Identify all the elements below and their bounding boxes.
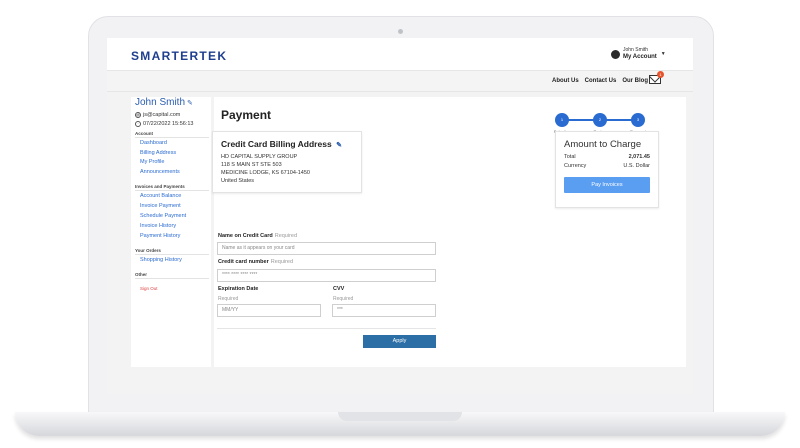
account-text: John Smith My Account xyxy=(623,47,657,61)
account-name: John Smith xyxy=(623,47,649,53)
cvv-required: Required xyxy=(333,296,354,302)
currency-value: U.S. Dollar xyxy=(623,163,650,169)
expiration-required: Required xyxy=(218,296,239,302)
cvv-input[interactable]: *** xyxy=(332,304,436,317)
at-icon: @ xyxy=(135,112,141,118)
sidebar-item-billing-address[interactable]: Billing Address xyxy=(140,150,176,156)
section-other: Other xyxy=(135,272,148,277)
divider xyxy=(135,254,209,255)
chevron-down-icon: ▼ xyxy=(660,51,666,57)
currency-label: Currency xyxy=(564,163,587,169)
user-icon xyxy=(611,49,620,59)
address-line-4: United States xyxy=(221,178,255,184)
sidebar-email: @ js@capital.com xyxy=(135,112,180,118)
expiration-label: Expiration Date xyxy=(218,286,259,292)
billing-title-text: Credit Card Billing Address xyxy=(221,139,332,149)
clock-icon: · xyxy=(135,121,141,127)
sidebar-item-account-balance[interactable]: Account Balance xyxy=(140,193,181,199)
required-hint: Required xyxy=(270,259,294,265)
name-on-card-label: Name on Credit Card Required xyxy=(218,233,297,239)
account-label: My Account xyxy=(623,54,657,60)
pencil-icon[interactable]: ✎ xyxy=(187,99,193,107)
pencil-icon[interactable]: ✎ xyxy=(336,141,342,149)
nav-contact-us[interactable]: Contact Us xyxy=(585,78,617,84)
sidebar-item-schedule-payment[interactable]: Schedule Payment xyxy=(140,213,186,219)
total-row: Total 2,071.45 xyxy=(564,154,650,160)
datetime-text: 07/22/2022 15:56:13 xyxy=(143,121,194,127)
apply-button[interactable]: Apply xyxy=(363,335,436,348)
user-name-text: John Smith xyxy=(135,97,186,108)
email-text: js@capital.com xyxy=(143,112,181,118)
address-line-1: HD CAPITAL SUPPLY GROUP xyxy=(221,154,298,160)
sidebar-item-announcements[interactable]: Announcements xyxy=(140,169,180,175)
card-number-label: Credit card number Required xyxy=(218,259,293,265)
sidebar-item-invoice-history[interactable]: Invoice History xyxy=(140,223,176,229)
nav-bar: About Us Contact Us Our Blog 1 xyxy=(107,70,693,92)
section-invoices: Invoices and Payments xyxy=(135,184,185,189)
step-1-dot: 1 xyxy=(555,113,569,127)
sidebar-datetime: · 07/22/2022 15:56:13 xyxy=(135,121,193,127)
section-orders: Your Orders xyxy=(135,248,161,253)
pay-invoices-button[interactable]: Pay Invoices xyxy=(564,177,650,193)
divider xyxy=(135,278,209,279)
sidebar-item-shopping-history[interactable]: Shopping History xyxy=(140,257,182,263)
cvv-label: CVV xyxy=(333,286,345,292)
billing-card-title: Credit Card Billing Address ✎ xyxy=(221,139,342,149)
screen: SMARTERTEK John Smith My Account ▼ About… xyxy=(107,38,693,394)
address-line-2: 118 S MAIN ST STE 503 xyxy=(221,162,282,168)
total-label: Total xyxy=(564,154,576,160)
address-line-3: MEDICINE LODGE, KS 67104-1450 xyxy=(221,170,310,176)
divider xyxy=(135,190,209,191)
step-2-dot: 2 xyxy=(593,113,607,127)
form-divider xyxy=(217,328,436,329)
nav-our-blog[interactable]: Our Blog xyxy=(622,78,648,84)
sidebar-item-invoice-payment[interactable]: Invoice Payment xyxy=(140,203,181,209)
sidebar-item-payment-history[interactable]: Payment History xyxy=(140,233,180,239)
sidebar-item-dashboard[interactable]: Dashboard xyxy=(140,140,167,146)
section-account: Account xyxy=(135,131,153,136)
step-3-dot: 3 xyxy=(631,113,645,127)
laptop-notch xyxy=(338,412,462,421)
amount-card-title: Amount to Charge xyxy=(564,139,642,150)
currency-row: Currency U.S. Dollar xyxy=(564,163,650,169)
nav-links: About Us Contact Us Our Blog xyxy=(552,78,648,84)
name-on-card-input[interactable]: Name as it appears on your card xyxy=(217,242,436,255)
name-label-text: Name on Credit Card xyxy=(218,233,273,239)
divider xyxy=(135,137,209,138)
brand-logo[interactable]: SMARTERTEK xyxy=(131,49,227,63)
mail-badge: 1 xyxy=(657,71,664,78)
expiration-input[interactable]: MM/YY xyxy=(217,304,321,317)
nav-about-us[interactable]: About Us xyxy=(552,78,579,84)
total-value: 2,071.45 xyxy=(628,154,650,160)
account-menu[interactable]: John Smith My Account ▼ xyxy=(611,47,666,61)
page-title: Payment xyxy=(221,108,272,122)
camera-dot xyxy=(398,29,403,34)
amount-to-charge-card: Amount to Charge Total 2,071.45 Currency… xyxy=(555,131,659,208)
sidebar-item-my-profile[interactable]: My Profile xyxy=(140,159,164,165)
top-header: SMARTERTEK John Smith My Account ▼ xyxy=(107,38,693,70)
card-number-input[interactable]: **** **** **** **** xyxy=(217,269,436,282)
billing-address-card: Credit Card Billing Address ✎ HD CAPITAL… xyxy=(212,131,362,193)
required-hint: Required xyxy=(274,233,298,239)
sign-out-link[interactable]: Sign Out xyxy=(140,286,158,291)
sidebar-user-name: John Smith ✎ xyxy=(135,97,193,108)
number-label-text: Credit card number xyxy=(218,259,269,265)
sidebar: John Smith ✎ @ js@capital.com · 07/22/202… xyxy=(131,97,211,367)
